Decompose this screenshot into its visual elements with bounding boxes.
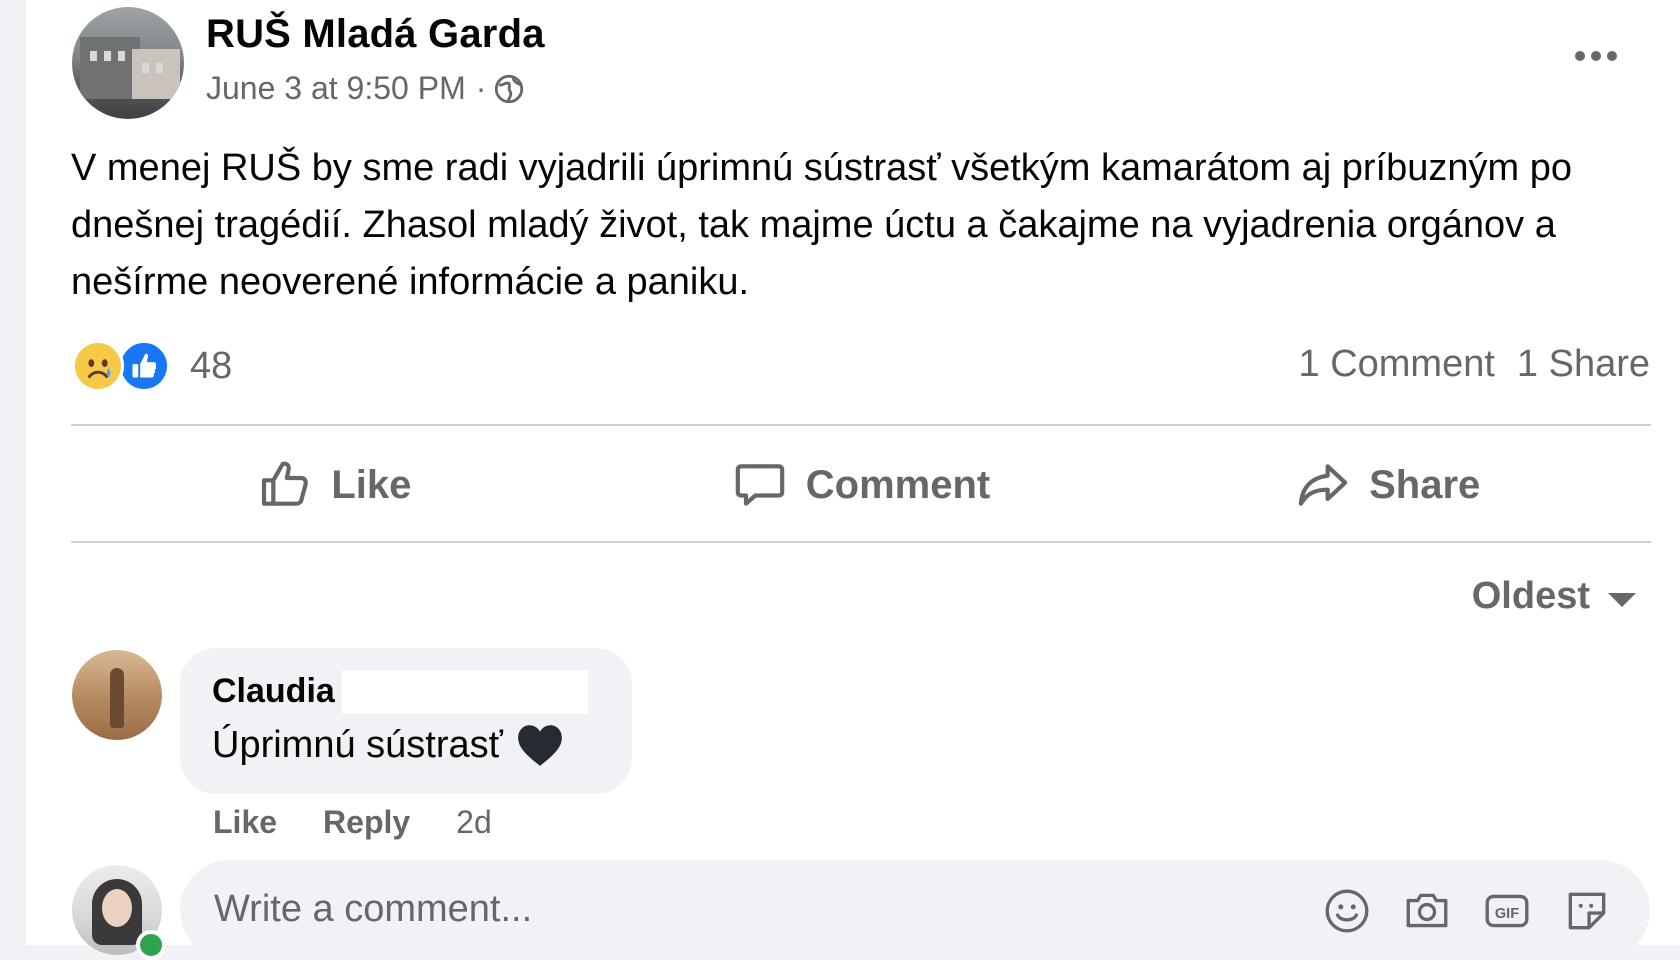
black-heart-icon [518,725,562,766]
divider [71,541,1651,543]
comment-text-content: Úprimnú sústrasť [212,723,503,766]
sad-reaction-icon [72,340,124,392]
engagement-counts: 1 Comment 1 Share [1299,343,1651,386]
caret-down-icon [1608,592,1636,607]
avatar[interactable] [72,650,162,740]
thumbs-up-icon [262,461,309,506]
gif-icon[interactable]: GIF [1482,886,1532,936]
emoji-icon[interactable] [1322,886,1372,936]
comment-label: Comment [805,462,991,507]
camera-icon[interactable] [1402,886,1452,936]
post-meta: June 3 at 9:50 PM · [206,70,526,107]
comment-icon [735,464,785,506]
meta-separator: · [475,70,487,106]
like-button[interactable]: Like [71,430,598,540]
share-button[interactable]: Share [1124,430,1651,540]
sticker-icon[interactable] [1562,886,1612,936]
comment-bubble: Claudia Úprimnú sústrasť [180,648,632,794]
sort-label: Oldest [1471,575,1590,617]
post-action-bar: Like Comment Share [71,430,1651,540]
share-arrow-icon [1298,464,1348,506]
comment-text: Úprimnú sústrasť [212,722,565,768]
page-name-link[interactable]: RUŠ Mladá Garda [206,12,545,57]
composer-icons: GIF [1322,886,1612,936]
comment-input[interactable] [212,878,1316,940]
online-status-icon [136,930,166,960]
comment-actions: Like Reply 2d [213,804,492,841]
comments-sort-dropdown[interactable]: Oldest [1472,575,1636,618]
comment-reply-button[interactable]: Reply [323,804,410,841]
svg-text:GIF: GIF [1495,906,1519,922]
like-reaction-icon [118,340,170,392]
comment-author-link[interactable]: Claudia [212,672,335,711]
post-timestamp[interactable]: June 3 at 9:50 PM [206,70,466,107]
divider [71,424,1651,426]
comment-composer: GIF [180,860,1650,960]
post-text: V menej RUŠ by sme radi vyjadrili úprimn… [71,147,1572,303]
redaction-box [342,670,588,714]
shares-count-link[interactable]: 1 Share [1517,343,1650,386]
comment-time[interactable]: 2d [456,804,492,841]
reactions-summary[interactable]: 48 [72,340,232,392]
like-label: Like [331,462,412,507]
comment-like-button[interactable]: Like [213,804,277,841]
more-horizontal-icon [1575,51,1585,61]
comments-count-link[interactable]: 1 Comment [1299,343,1495,386]
reaction-count: 48 [190,344,233,387]
comment-button[interactable]: Comment [598,430,1125,540]
page-avatar[interactable] [72,7,184,119]
more-options-button[interactable] [1556,36,1636,76]
globe-icon [495,74,524,103]
share-label: Share [1369,462,1481,507]
